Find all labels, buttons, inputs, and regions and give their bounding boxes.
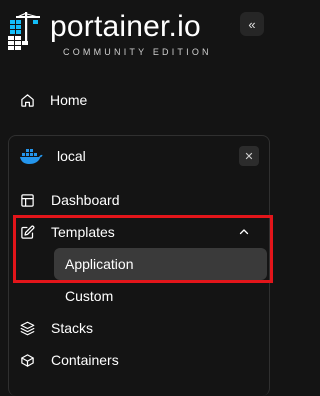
sidebar-item-label: Stacks [51, 320, 94, 336]
sidebar-item-home[interactable]: Home [0, 87, 270, 113]
collapse-sidebar-button[interactable]: « [240, 12, 264, 36]
edit-template-icon [19, 224, 35, 240]
double-chevron-left-icon: « [248, 16, 256, 32]
sidebar-item-label: Application [65, 256, 134, 272]
sidebar-item-label: Templates [51, 224, 115, 240]
dashboard-icon [19, 192, 35, 208]
brand-name: portainer.io [50, 10, 201, 43]
close-icon: ✕ [244, 150, 254, 163]
brand-edition: COMMUNITY EDITION [63, 47, 212, 57]
portainer-logo[interactable]: portainer.io COMMUNITY EDITION [6, 8, 236, 58]
sidebar-item-label: Dashboard [51, 192, 120, 208]
sidebar-item-custom[interactable]: Custom [0, 283, 270, 309]
sidebar-item-label: Home [50, 92, 88, 108]
portainer-crane-icon [8, 12, 40, 50]
environment-name: local [57, 148, 86, 164]
close-environment-button[interactable]: ✕ [239, 146, 259, 166]
environment-header: local [0, 143, 230, 169]
home-icon [19, 92, 35, 108]
sidebar-item-label: Custom [65, 288, 114, 304]
layers-icon [19, 320, 35, 336]
box-icon [19, 352, 35, 368]
sidebar-item-dashboard[interactable]: Dashboard [0, 187, 270, 213]
sidebar-item-containers[interactable]: Containers [0, 347, 270, 373]
chevron-up-icon[interactable] [236, 224, 252, 240]
docker-icon [18, 148, 44, 164]
sidebar-item-application[interactable]: Application [54, 248, 267, 280]
sidebar-item-templates[interactable]: Templates [0, 219, 270, 245]
sidebar-item-stacks[interactable]: Stacks [0, 315, 270, 341]
sidebar-item-label: Containers [51, 352, 119, 368]
